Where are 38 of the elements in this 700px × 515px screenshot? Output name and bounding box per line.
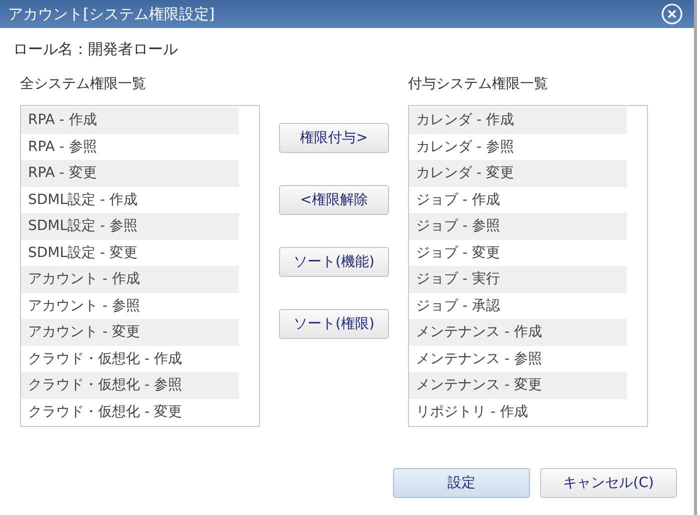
- close-icon: [661, 3, 683, 25]
- action-button[interactable]: <権限解除: [279, 185, 389, 215]
- list-item[interactable]: アカウント - 作成: [21, 266, 239, 292]
- list-item[interactable]: SDML設定 - 変更: [21, 240, 239, 266]
- list-item[interactable]: RPA - 作成: [21, 107, 239, 134]
- list-heading: 付与システム権限一覧: [408, 75, 549, 94]
- list-item[interactable]: アカウント - 参照: [21, 292, 239, 319]
- list-item[interactable]: メンテナンス - 参照: [409, 346, 627, 372]
- list-item[interactable]: SDML設定 - 作成: [21, 186, 239, 213]
- permission-list[interactable]: カレンダ - 作成 カレンダ - 参照 カレンダ - 変更 ジョブ - 作成 ジョブ - 参照 ジョブ - 変更 ジョブ - 実行 ジョブ - 承認 メンテナンス - 作成 メンテナンス - 参照 メンテナンス - 変更 リポジトリ - 作成: [408, 105, 648, 427]
- close-button[interactable]: [660, 2, 684, 26]
- list-item[interactable]: クラウド・仮想化 - 作成: [21, 346, 239, 372]
- window-title: アカウント[システム権限設定]: [8, 4, 215, 24]
- list-item[interactable]: RPA - 変更: [21, 160, 239, 186]
- list-item[interactable]: RPA - 参照: [21, 134, 239, 160]
- list-item[interactable]: SDML設定 - 参照: [21, 213, 239, 240]
- action-button[interactable]: 権限付与>: [279, 123, 389, 153]
- list-item[interactable]: アカウント - 変更: [21, 319, 239, 346]
- list-item[interactable]: ジョブ - 参照: [409, 213, 627, 240]
- list-item[interactable]: ジョブ - 変更: [409, 240, 627, 266]
- list-item[interactable]: メンテナンス - 変更: [409, 372, 627, 398]
- action-button[interactable]: ソート(機能): [279, 247, 389, 277]
- list-item[interactable]: ジョブ - 実行: [409, 266, 627, 292]
- permission-list[interactable]: RPA - 作成 RPA - 参照 RPA - 変更 SDML設定 - 作成 SDML設定 - 参照 SDML設定 - 変更 アカウント - 作成 アカウント - 参照 アカウント - 変更 クラウド・仮想化 - 作成 クラウド・仮想化 - 参照 クラウド・仮想化 - 変更: [20, 105, 260, 427]
- role-name: ロール名：開発者ロール: [13, 40, 179, 59]
- list-item[interactable]: ジョブ - 承認: [409, 292, 627, 319]
- action-button[interactable]: ソート(権限): [279, 309, 389, 339]
- list-item[interactable]: クラウド・仮想化 - 参照: [21, 372, 239, 398]
- list-heading: 全システム権限一覧: [20, 75, 147, 94]
- submit-button[interactable]: 設定: [393, 468, 530, 498]
- list-item[interactable]: リポジトリ - 作成: [409, 398, 627, 425]
- list-item[interactable]: カレンダ - 変更: [409, 160, 627, 186]
- list-item[interactable]: メンテナンス - 作成: [409, 319, 627, 346]
- list-item[interactable]: カレンダ - 作成: [409, 107, 627, 134]
- list-item[interactable]: ジョブ - 作成: [409, 186, 627, 213]
- list-item[interactable]: カレンダ - 参照: [409, 134, 627, 160]
- list-item[interactable]: クラウド・仮想化 - 変更: [21, 398, 239, 425]
- cancel-button[interactable]: キャンセル(C): [540, 468, 677, 498]
